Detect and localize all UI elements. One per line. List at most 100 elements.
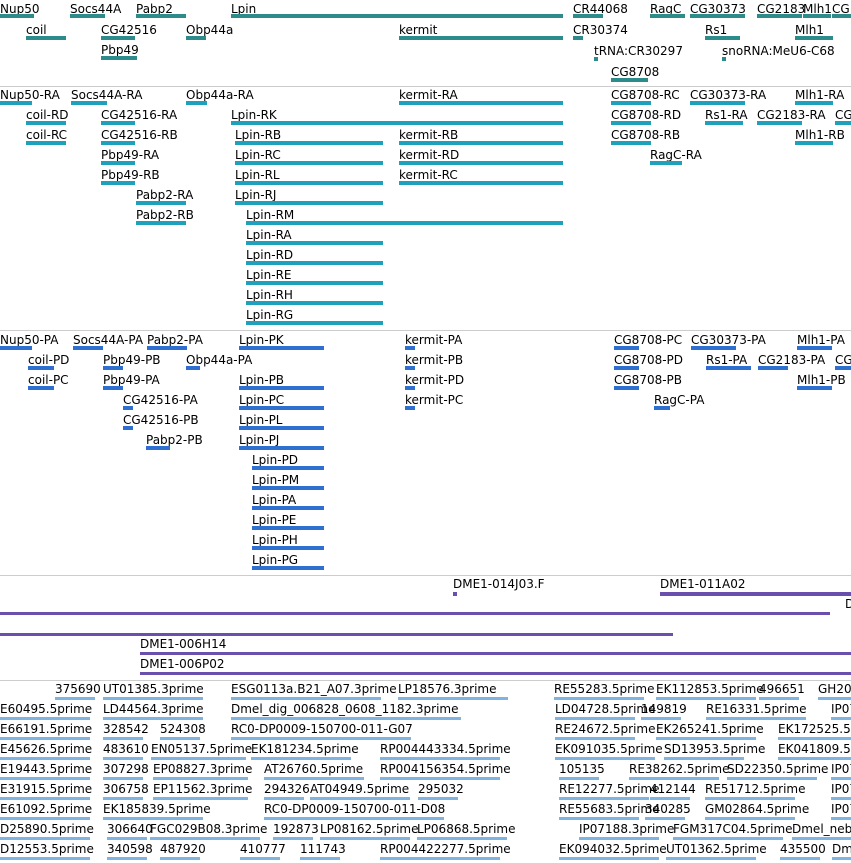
ests-track-feature-bar[interactable] [153,797,248,800]
ests-track-label[interactable]: EP11562.3prime [153,782,252,796]
transcripts-track-label[interactable]: RagC-RA [650,148,702,162]
genes-track-feature-bar[interactable] [611,78,648,82]
genes-track-label[interactable]: Rs1 [705,23,727,37]
ests-track-label[interactable]: GH20 [818,682,851,696]
proteins-track-label[interactable]: Lpin-PM [252,473,299,487]
proteins-track-feature-bar[interactable] [252,466,324,470]
ests-track-label[interactable]: RE55283.5prime [554,682,655,696]
ests-track-label[interactable]: 496651 [759,682,805,696]
ests-track-label[interactable]: E61092.5prime [0,802,92,816]
transcripts-track-feature-bar[interactable] [705,121,743,125]
transcripts-track-feature-bar[interactable] [399,161,563,165]
transcripts-track-label[interactable]: Socs44A-RA [71,88,142,102]
genes-track-feature-bar[interactable] [705,36,740,40]
transcripts-track-feature-bar[interactable] [101,161,135,165]
ests-track-feature-bar[interactable] [645,817,685,820]
clones-track-feature-bar[interactable] [0,612,830,615]
ests-track-label[interactable]: IP07 [831,702,851,716]
ests-track-feature-bar[interactable] [656,737,756,740]
transcripts-track-label[interactable]: kermit-RC [399,168,458,182]
ests-track-label[interactable]: E31915.5prime [0,782,92,796]
proteins-track-label[interactable]: CG42516-PB [123,413,199,427]
ests-track-label[interactable]: RP004156354.5prime [380,762,511,776]
ests-track-label[interactable]: 192873 [273,822,319,836]
ests-track-feature-bar[interactable] [780,857,820,860]
ests-track-label[interactable]: EP08827.3prime [153,762,252,776]
transcripts-track-feature-bar[interactable] [795,141,833,145]
ests-track-feature-bar[interactable] [418,797,458,800]
ests-track-label[interactable]: IP07 [831,782,851,796]
proteins-track-label[interactable]: RagC-PA [654,393,704,407]
ests-track-label[interactable]: 412144 [650,782,696,796]
ests-track-label[interactable]: SD13953.5prime [664,742,765,756]
proteins-track-label[interactable]: Lpin-PC [239,393,284,407]
transcripts-track-label[interactable]: Pbp49-RB [101,168,160,182]
clones-track-feature-bar[interactable] [0,633,673,636]
clones-track-label[interactable]: D [845,597,851,611]
ests-track-feature-bar[interactable] [706,717,806,720]
genes-track-label[interactable]: CR30374 [573,23,628,37]
transcripts-track-label[interactable]: Mlh1-RB [795,128,845,142]
ests-track-feature-bar[interactable] [103,737,143,740]
clones-track-feature-bar[interactable] [140,672,851,675]
proteins-track-feature-bar[interactable] [797,386,832,390]
proteins-track-feature-bar[interactable] [252,526,324,530]
genes-track-label[interactable]: CG8708 [611,65,659,79]
ests-track-label[interactable]: RC0-DP0009-150700-011-D08 [264,802,445,816]
clones-track-label[interactable]: DME1-006H14 [140,637,226,651]
ests-track-label[interactable]: EK112853.5prime [656,682,764,696]
proteins-track-feature-bar[interactable] [186,366,200,370]
proteins-track-label[interactable]: Mlh1-PA [797,333,845,347]
ests-track-feature-bar[interactable] [251,757,351,760]
transcripts-track-feature-bar[interactable] [246,321,383,325]
genes-track-feature-bar[interactable] [573,36,583,40]
ests-track-feature-bar[interactable] [0,817,90,820]
proteins-track-label[interactable]: CG8708-PB [614,373,682,387]
ests-track-feature-bar[interactable] [832,857,851,860]
ests-track-feature-bar[interactable] [103,817,203,820]
proteins-track-label[interactable]: Pbp49-PB [103,353,161,367]
ests-track-feature-bar[interactable] [103,717,203,720]
transcripts-track-feature-bar[interactable] [231,121,563,125]
transcripts-track-label[interactable]: CG8708-RD [611,108,681,122]
ests-track-feature-bar[interactable] [103,777,143,780]
clones-track-label[interactable]: DME1-014J03.F [453,577,545,591]
proteins-track-feature-bar[interactable] [239,346,324,350]
transcripts-track-label[interactable]: Lpin-RB [235,128,281,142]
genes-track-feature-bar[interactable] [803,14,831,18]
ests-track-feature-bar[interactable] [151,757,246,760]
clones-track-feature-bar[interactable] [660,592,851,596]
ests-track-feature-bar[interactable] [273,837,313,840]
transcripts-track-feature-bar[interactable] [246,241,383,245]
transcripts-track-label[interactable]: CG [835,108,851,122]
ests-track-label[interactable]: 340285 [645,802,691,816]
genes-track-feature-bar[interactable] [757,14,802,18]
ests-track-feature-bar[interactable] [264,817,444,820]
ests-track-label[interactable]: 375690 [55,682,101,696]
transcripts-track-label[interactable]: Lpin-RM [246,208,294,222]
proteins-track-label[interactable]: Lpin-PJ [239,433,279,447]
ests-track-feature-bar[interactable] [264,797,304,800]
ests-track-label[interactable]: RE51712.5prime [705,782,806,796]
genes-track-feature-bar[interactable] [399,36,563,40]
proteins-track-label[interactable]: Pabp2-PA [147,333,203,347]
ests-track-feature-bar[interactable] [705,797,795,800]
ests-track-label[interactable]: EK041809.5 [778,742,851,756]
ests-track-label[interactable]: FGM317C04.5prime [673,822,793,836]
ests-track-feature-bar[interactable] [656,697,756,700]
transcripts-track-feature-bar[interactable] [186,101,207,105]
proteins-track-label[interactable]: coil-PC [28,373,69,387]
transcripts-track-feature-bar[interactable] [650,161,682,165]
transcripts-track-label[interactable]: CG42516-RA [101,108,177,122]
ests-track-label[interactable]: LD44564.3prime [103,702,204,716]
proteins-track-feature-bar[interactable] [405,386,415,390]
transcripts-track-feature-bar[interactable] [136,201,186,205]
proteins-track-label[interactable]: Rs1-PA [706,353,747,367]
genes-track-feature-bar[interactable] [690,14,745,18]
transcripts-track-label[interactable]: Pabp2-RB [136,208,194,222]
proteins-track-label[interactable]: Pbp49-PA [103,373,160,387]
ests-track-label[interactable]: 435500 [780,842,826,856]
genes-track-feature-bar[interactable] [136,14,186,18]
ests-track-feature-bar[interactable] [417,837,507,840]
ests-track-feature-bar[interactable] [380,757,500,760]
